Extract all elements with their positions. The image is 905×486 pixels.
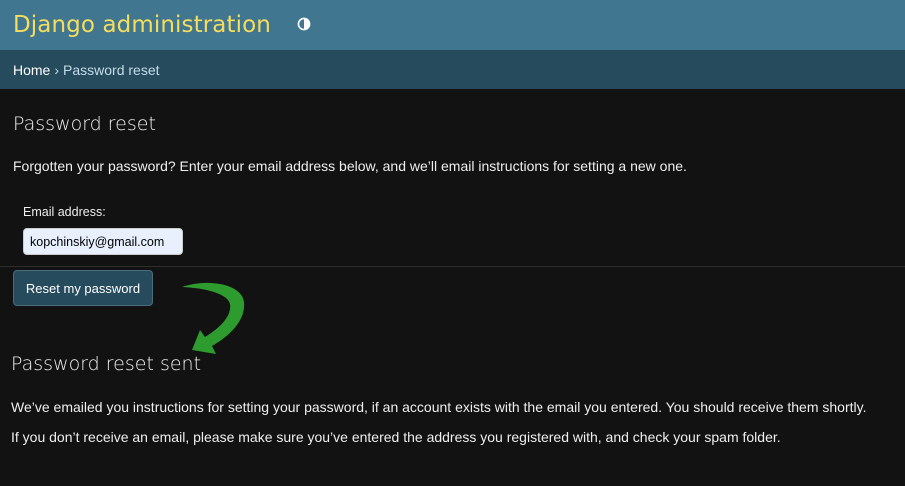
email-label: Email address:	[23, 205, 106, 219]
breadcrumb-current: Password reset	[63, 61, 160, 78]
breadcrumb-separator: ›	[54, 61, 60, 78]
breadcrumb: Home › Password reset	[0, 50, 905, 89]
reset-sent-help-message: If you don’t receive an email, please ma…	[11, 429, 781, 445]
curved-arrow-down-icon	[182, 282, 245, 354]
half-circle-contrast-icon[interactable]	[297, 17, 311, 31]
site-header: Django administration	[0, 0, 905, 50]
site-name[interactable]: Django administration	[13, 12, 271, 38]
page-title: Password reset	[13, 113, 156, 135]
breadcrumb-home-link[interactable]: Home	[13, 62, 50, 78]
intro-text: Forgotten your password? Enter your emai…	[13, 158, 687, 174]
reset-sent-message: We’ve emailed you instructions for setti…	[11, 399, 867, 415]
reset-password-button[interactable]: Reset my password	[13, 270, 153, 306]
reset-sent-title: Password reset sent	[11, 353, 202, 375]
form-divider	[0, 266, 905, 267]
email-field[interactable]	[23, 228, 183, 255]
